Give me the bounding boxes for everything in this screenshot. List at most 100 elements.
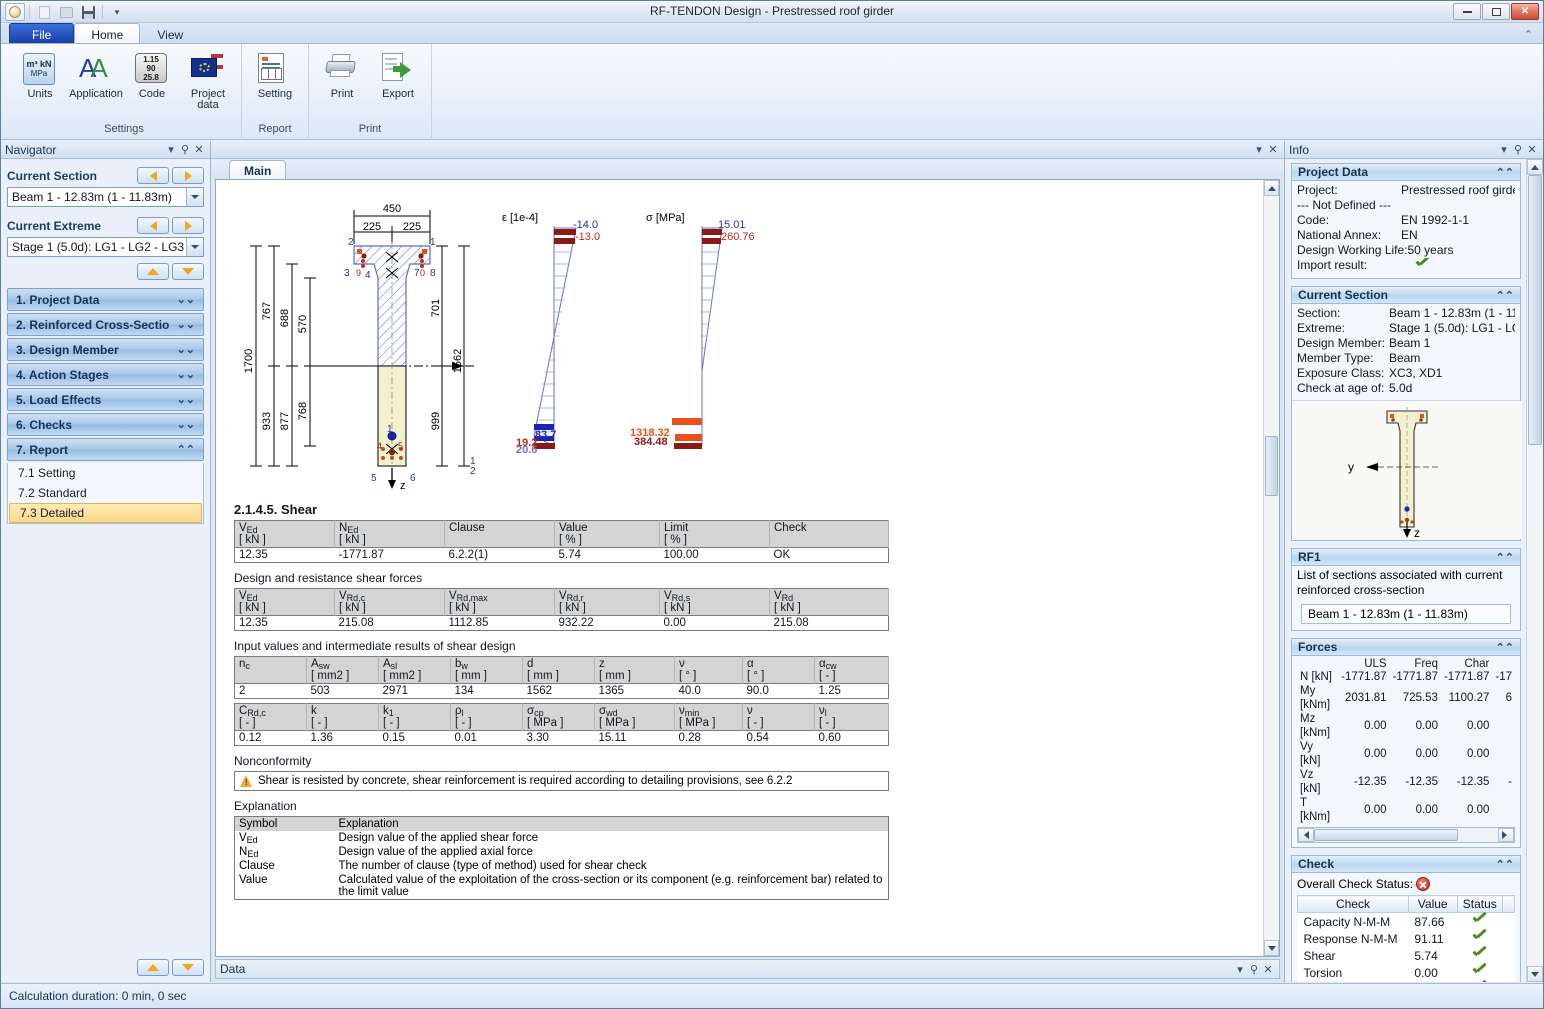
scroll-down-button[interactable] <box>1527 966 1543 982</box>
info-close-icon[interactable]: ✕ <box>1525 143 1539 156</box>
current-extreme-dropdown-button[interactable] <box>186 238 203 256</box>
scroll-thumb[interactable] <box>1528 175 1542 445</box>
sidebar-item-report-detailed[interactable]: 7.3 Detailed <box>9 503 202 523</box>
current-section-title: Current Section <box>1298 288 1389 302</box>
scroll-track[interactable] <box>1264 196 1279 940</box>
scroll-down-button[interactable] <box>1264 940 1279 956</box>
close-button[interactable]: ✕ <box>1511 3 1539 20</box>
data-panel-close-icon[interactable]: ✕ <box>1261 963 1275 976</box>
chevron-up-icon[interactable]: ⌃⌃ <box>1496 551 1514 564</box>
units-button[interactable]: m³ kN MPa Units <box>13 50 67 122</box>
chevron-up-icon[interactable]: ⌃⌃ <box>1496 641 1514 654</box>
forces-header[interactable]: Forces ⌃⌃ <box>1292 639 1520 656</box>
table-row[interactable]: Torsion 0.00 <box>1298 964 1515 981</box>
chevron-up-icon[interactable]: ⌃⌃ <box>1496 166 1514 179</box>
navigator-menu-icon[interactable]: ▾ <box>164 143 178 156</box>
scroll-right-button[interactable] <box>1498 828 1514 842</box>
document-close-icon[interactable]: ✕ <box>1266 143 1280 156</box>
navigator-close-icon[interactable]: ✕ <box>192 143 206 156</box>
current-extreme-next-button[interactable] <box>172 217 204 234</box>
export-button[interactable]: Export <box>371 50 425 122</box>
current-section-header[interactable]: Current Section ⌃⌃ <box>1292 287 1520 304</box>
scroll-up-button[interactable] <box>1264 180 1279 196</box>
sidebar-item-load-effects[interactable]: 5. Load Effects ⌄⌄ <box>7 388 204 411</box>
navigator-footer-controls[interactable] <box>1 955 210 982</box>
document-menu-icon[interactable]: ▾ <box>1252 143 1266 156</box>
info-pin-icon[interactable]: ⚲ <box>1511 143 1525 156</box>
minimize-button[interactable] <box>1453 3 1481 20</box>
ribbon-tab-file[interactable]: File <box>9 23 75 43</box>
table-row[interactable]: Shear 5.74 <box>1298 947 1515 964</box>
svg-text:260.76: 260.76 <box>721 231 755 243</box>
extreme-up-button[interactable] <box>137 263 169 280</box>
table-row[interactable]: Response N-M-M 91.11 <box>1298 930 1515 947</box>
chevron-up-icon[interactable]: ⌃⌃ <box>1496 858 1514 871</box>
table-row[interactable]: Interaction 91.11 <box>1298 981 1515 982</box>
forces-horizontal-scrollbar[interactable] <box>1297 827 1515 843</box>
scroll-track[interactable] <box>1527 175 1543 966</box>
sidebar-item-report-setting[interactable]: 7.1 Setting <box>8 463 203 483</box>
current-section-combo[interactable]: Beam 1 - 12.83m (1 - 11.83m) <box>7 187 204 207</box>
extreme-down-button[interactable] <box>172 263 204 280</box>
table-row[interactable]: Capacity N-M-M 87.66 <box>1298 913 1515 931</box>
check-header[interactable]: Check ⌃⌃ <box>1292 856 1520 873</box>
report-setting-button[interactable]: Setting <box>248 50 302 122</box>
sidebar-item-checks[interactable]: 6. Checks ⌄⌄ <box>7 413 204 436</box>
window-controls[interactable]: ✕ <box>1453 3 1539 20</box>
chevron-up-icon[interactable]: ⌃⌃ <box>1496 289 1514 302</box>
current-section-next-button[interactable] <box>172 167 204 184</box>
print-button[interactable]: Print <box>315 50 369 122</box>
rf1-header[interactable]: RF1 ⌃⌃ <box>1292 549 1520 566</box>
current-extreme-combo[interactable]: Stage 1 (5.0d): LG1 - LG2 - LG3 <box>7 237 204 257</box>
sidebar-item-action-stages[interactable]: 4. Action Stages ⌄⌄ <box>7 363 204 386</box>
project-data-header[interactable]: Project Data ⌃⌃ <box>1292 164 1520 181</box>
info-vertical-scrollbar[interactable] <box>1526 159 1543 982</box>
scroll-track[interactable] <box>1314 828 1498 842</box>
ribbon-tab-strip[interactable]: File Home View ⌃ <box>1 23 1543 44</box>
current-section-prev-button[interactable] <box>137 167 169 184</box>
ribbon-collapse-icon[interactable]: ⌃ <box>1524 28 1533 41</box>
chevron-down-icon <box>191 245 199 249</box>
svg-text:768: 768 <box>297 402 309 420</box>
data-panel-pin-icon[interactable]: ⚲ <box>1247 963 1261 976</box>
scroll-thumb[interactable] <box>1265 436 1278 496</box>
rf1-section-item[interactable]: Beam 1 - 12.83m (1 - 11.83m) <box>1301 604 1511 624</box>
cell-vz-freq: -12.35 <box>1405 776 1438 788</box>
data-panel-menu-icon[interactable]: ▾ <box>1233 963 1247 976</box>
svg-text:9: 9 <box>356 268 361 278</box>
info-menu-icon[interactable]: ▾ <box>1497 143 1511 156</box>
sidebar-item-project-data[interactable]: 1. Project Data ⌄⌄ <box>7 288 204 311</box>
application-icon: AA <box>79 53 108 83</box>
navigator-scroll-down-button[interactable] <box>172 959 204 976</box>
sidebar-item-report-standard[interactable]: 7.2 Standard <box>8 483 203 503</box>
current-extreme-prev-button[interactable] <box>137 217 169 234</box>
navigator-updown-controls[interactable] <box>7 263 204 280</box>
forces-title: Forces <box>1298 640 1338 654</box>
arrow-up-icon <box>1531 164 1539 170</box>
rf1-body: List of sections associated with current… <box>1292 566 1520 630</box>
tab-main[interactable]: Main <box>229 160 287 179</box>
maximize-button[interactable] <box>1482 3 1510 20</box>
col-vrds: VRd,s[ kN ] <box>659 588 770 616</box>
report-vertical-scrollbar[interactable] <box>1263 180 1279 956</box>
sidebar-item-report[interactable]: 7. Report ⌃⌃ <box>7 438 204 461</box>
sidebar-item-design-member[interactable]: 3. Design Member ⌄⌄ <box>7 338 204 361</box>
code-button[interactable]: 1.15 90 25.8 Code <box>125 50 179 122</box>
scroll-thumb[interactable] <box>1314 829 1458 841</box>
application-button[interactable]: AA Application <box>69 50 123 122</box>
navigator-scroll-up-button[interactable] <box>137 959 169 976</box>
scroll-up-button[interactable] <box>1527 159 1543 175</box>
scroll-left-button[interactable] <box>1298 828 1314 842</box>
overall-check-status-row: Overall Check Status: <box>1297 877 1515 891</box>
arrow-up-icon <box>147 268 159 275</box>
ribbon-tab-view[interactable]: View <box>140 23 200 43</box>
document-tab-strip[interactable]: Main <box>211 159 1284 179</box>
navigator-pin-icon[interactable]: ⚲ <box>178 143 192 156</box>
ribbon-tab-home[interactable]: Home <box>74 23 141 43</box>
col-clause: Clause <box>444 520 555 548</box>
project-data-button[interactable]: Project data <box>181 50 235 122</box>
current-section-dropdown-button[interactable] <box>186 188 203 206</box>
sidebar-item-reinforced-cross-section[interactable]: 2. Reinforced Cross-Sectio ⌄⌄ <box>7 313 204 336</box>
units-icon-bottom: MPa <box>30 69 48 78</box>
design-life-value: 50 years <box>1407 243 1454 257</box>
